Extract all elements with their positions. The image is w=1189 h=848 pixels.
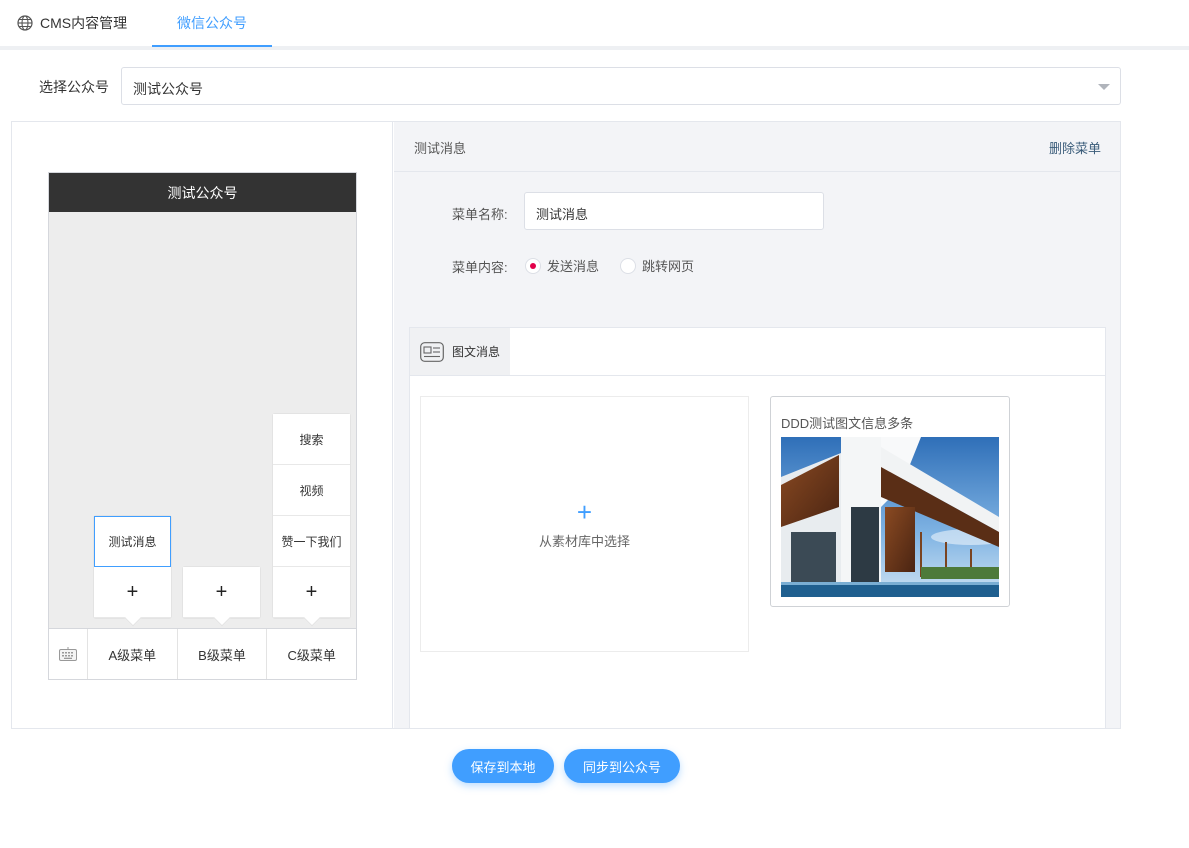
tab-news-message[interactable]: 图文消息: [410, 328, 510, 375]
top-tab-bar: CMS内容管理 微信公众号: [0, 0, 1189, 50]
message-content-box: 图文消息 + 从素材库中选择 DDD测试图文信息多条: [409, 327, 1106, 729]
tab-cms[interactable]: CMS内容管理: [17, 0, 127, 46]
menu-content-label: 菜单内容:: [452, 260, 508, 275]
submenu-item-label: 视频: [299, 483, 324, 498]
plus-icon: +: [305, 581, 318, 603]
menu-settings-pane: 测试消息 删除菜单 菜单名称: 测试消息 菜单内容: 发送消息 跳转网页 图文消…: [394, 122, 1120, 729]
plus-icon: +: [215, 581, 228, 603]
main-menu-label: C级菜单: [287, 647, 336, 663]
select-from-library-button[interactable]: + 从素材库中选择: [420, 396, 749, 652]
article-title: DDD测试图文信息多条: [781, 416, 914, 431]
menu-name-value: 测试消息: [536, 207, 589, 222]
settings-header: 测试消息 删除菜单: [394, 122, 1120, 172]
submenu-item-search[interactable]: 搜索: [273, 414, 350, 465]
submenu-item-like-us[interactable]: 赞一下我们: [273, 516, 350, 567]
news-card-icon: [420, 341, 444, 362]
main-menu-label: B级菜单: [198, 647, 246, 663]
submenu-c: 搜索 视频 赞一下我们 +: [272, 413, 351, 627]
radio-label: 跳转网页: [642, 259, 695, 274]
main-menu-b[interactable]: B级菜单: [178, 629, 268, 679]
submenu-item-test-message[interactable]: 测试消息: [94, 516, 171, 567]
phone-preview-pane: 测试公众号 测试消息 + + 搜索 视频 赞一下我们 + A级菜单 B级菜单 C…: [12, 122, 393, 728]
tab-news-message-label: 图文消息: [452, 345, 501, 359]
radio-open-webpage[interactable]: 跳转网页: [620, 256, 694, 275]
plus-icon: +: [576, 496, 593, 527]
keyboard-icon: [59, 647, 77, 661]
keyboard-toggle[interactable]: [49, 629, 88, 679]
article-card[interactable]: DDD测试图文信息多条: [770, 396, 1010, 607]
active-tab-indicator: [152, 45, 272, 47]
save-local-button[interactable]: 保存到本地: [452, 749, 554, 783]
phone-preview: 测试公众号 测试消息 + + 搜索 视频 赞一下我们 + A级菜单 B级菜单 C…: [48, 172, 357, 680]
submenu-b: +: [182, 566, 261, 627]
menu-name-label: 菜单名称:: [452, 207, 508, 222]
submenu-a: 测试消息 +: [93, 515, 172, 627]
globe-icon: [17, 15, 33, 31]
menu-editor-frame: 测试公众号 测试消息 + + 搜索 视频 赞一下我们 + A级菜单 B级菜单 C…: [11, 121, 1121, 729]
phone-menu-bar: A级菜单 B级菜单 C级菜单: [49, 628, 356, 679]
phone-header: 测试公众号: [49, 173, 356, 212]
phone-title: 测试公众号: [167, 184, 238, 201]
delete-menu-link[interactable]: 删除菜单: [1049, 138, 1101, 157]
radio-dot: [525, 257, 541, 274]
submenu-item-label: 赞一下我们: [281, 534, 342, 549]
article-thumbnail: [781, 437, 999, 597]
radio-dot: [620, 257, 636, 274]
submenu-item-video[interactable]: 视频: [273, 465, 350, 516]
select-from-library-label: 从素材库中选择: [538, 533, 630, 549]
account-select-label: 选择公众号: [39, 79, 109, 95]
main-menu-c[interactable]: C级菜单: [267, 629, 356, 679]
tab-wechat-label: 微信公众号: [177, 15, 247, 31]
submenu-item-label: 搜索: [299, 432, 324, 447]
sync-account-button[interactable]: 同步到公众号: [564, 749, 680, 783]
tab-cms-label: CMS内容管理: [40, 15, 128, 31]
main-menu-label: A级菜单: [108, 647, 157, 663]
account-select[interactable]: 测试公众号: [121, 67, 1121, 105]
caret-down-icon: [1098, 84, 1110, 90]
architecture-photo: [781, 437, 999, 597]
account-select-value: 测试公众号: [133, 81, 203, 97]
radio-send-message[interactable]: 发送消息: [525, 256, 599, 275]
plus-icon: +: [126, 581, 139, 603]
settings-title: 测试消息: [414, 141, 467, 156]
main-menu-a[interactable]: A级菜单: [88, 629, 178, 679]
submenu-item-label: 测试消息: [108, 535, 157, 549]
radio-label: 发送消息: [547, 259, 600, 274]
content-type-tabs: 图文消息: [410, 328, 1105, 376]
tab-wechat[interactable]: 微信公众号: [152, 0, 272, 46]
menu-name-input[interactable]: 测试消息: [524, 192, 824, 230]
